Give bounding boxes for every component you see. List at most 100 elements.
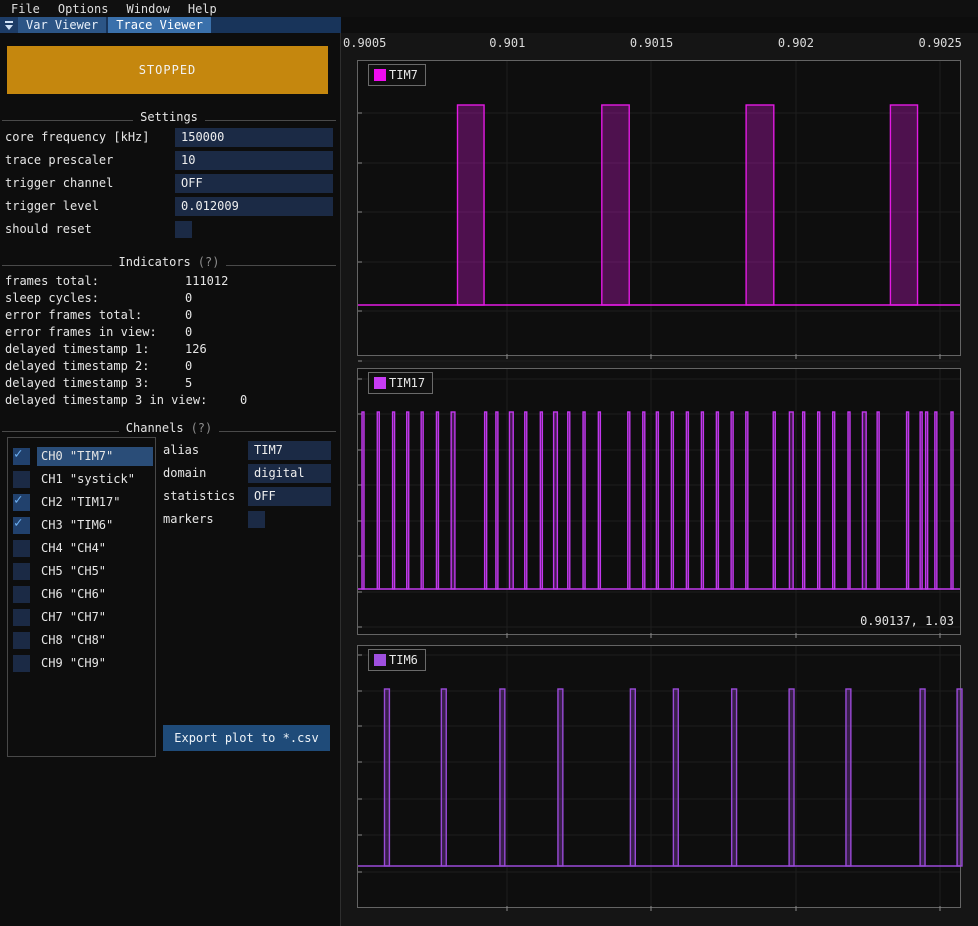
app-window: FileOptionsWindowHelp Var ViewerTrace Vi… — [0, 0, 978, 926]
channel-row-ch5[interactable]: CH5 "CH5" — [8, 560, 155, 583]
channel-row-ch9[interactable]: CH9 "CH9" — [8, 652, 155, 675]
indicators-help-icon: (?) — [198, 255, 220, 269]
channel-domain-label: domain — [163, 466, 206, 480]
tab-trace-viewer[interactable]: Trace Viewer — [108, 17, 211, 33]
legend-tim17[interactable]: TIM17 — [368, 372, 433, 394]
menu-item-help[interactable]: Help — [179, 2, 226, 16]
indicator-label: delayed timestamp 2: — [5, 359, 150, 373]
channel-label[interactable]: CH4 "CH4" — [37, 539, 153, 558]
channel-properties: aliasTIM7 domain digital statistics OFF marke… — [163, 439, 333, 531]
channel-label[interactable]: CH1 "systick" — [37, 470, 153, 489]
channel-row-ch3[interactable]: ✓ CH3 "TIM6" — [8, 514, 155, 537]
control-panel: STOPPED Settings core frequency [kHz]150… — [0, 33, 341, 926]
plot-tim6[interactable]: TIM6 — [357, 645, 961, 908]
channel-label[interactable]: CH8 "CH8" — [37, 631, 153, 650]
menu-item-window[interactable]: Window — [117, 2, 178, 16]
legend-label: TIM6 — [389, 653, 418, 667]
setting-core-frequency-khz: core frequency [kHz]150000 — [0, 126, 341, 149]
indicator-sleep-cycles: sleep cycles:0 — [0, 291, 341, 308]
setting-trigger-channel-label: trigger channel — [5, 176, 113, 190]
channel-label[interactable]: CH6 "CH6" — [37, 585, 153, 604]
waveform-canvas-tim17 — [358, 369, 960, 634]
setting-should-reset-checkbox[interactable] — [175, 221, 192, 238]
channel-row-ch4[interactable]: CH4 "CH4" — [8, 537, 155, 560]
channel-statistics-combo[interactable]: OFF — [248, 487, 331, 506]
indicator-delayed-timestamp-3-in-view: delayed timestamp 3 in view:0 — [0, 393, 341, 410]
check-icon: ✓ — [14, 492, 22, 508]
legend-label: TIM7 — [389, 68, 418, 82]
tab-var-viewer[interactable]: Var Viewer — [18, 17, 106, 33]
channel-label[interactable]: CH2 "TIM17" — [37, 493, 153, 512]
plot-tim7[interactable]: TIM7 — [357, 60, 961, 356]
indicator-label: error frames total: — [5, 308, 142, 322]
menu-item-options[interactable]: Options — [49, 2, 118, 16]
plot-tim17[interactable]: TIM17 0.90137, 1.03 — [357, 368, 961, 635]
axis-tick-label: 0.902 — [778, 36, 814, 50]
waveform-canvas-tim7 — [358, 61, 960, 355]
indicator-value: 5 — [185, 376, 192, 390]
acquisition-state-button[interactable]: STOPPED — [7, 46, 328, 94]
channel-checkbox[interactable]: ✓ — [13, 517, 30, 534]
channel-row-ch1[interactable]: CH1 "systick" — [8, 468, 155, 491]
channel-markers-label: markers — [163, 512, 214, 526]
channel-checkbox[interactable]: ✓ — [13, 494, 30, 511]
indicator-label: delayed timestamp 3: — [5, 376, 150, 390]
channel-row-ch7[interactable]: CH7 "CH7" — [8, 606, 155, 629]
cursor-position-readout: 0.90137, 1.03 — [860, 614, 954, 628]
channel-label[interactable]: CH9 "CH9" — [37, 654, 153, 673]
channel-alias-input[interactable]: TIM7 — [248, 441, 331, 460]
channel-list: ✓ CH0 "TIM7" CH1 "systick" ✓ CH2 "TIM17" ✓ CH3… — [7, 437, 156, 757]
channel-alias: aliasTIM7 — [163, 439, 333, 462]
setting-core-frequency-khz-input[interactable]: 150000 — [175, 128, 333, 147]
indicator-label: sleep cycles: — [5, 291, 99, 305]
legend-swatch-icon — [374, 654, 386, 666]
channel-checkbox[interactable] — [13, 609, 30, 626]
setting-trace-prescaler: trace prescaler10 — [0, 149, 341, 172]
indicator-value: 0 — [240, 393, 247, 407]
channel-row-ch8[interactable]: CH8 "CH8" — [8, 629, 155, 652]
channel-label[interactable]: CH7 "CH7" — [37, 608, 153, 627]
channel-row-ch2[interactable]: ✓ CH2 "TIM17" — [8, 491, 155, 514]
setting-trigger-level-input[interactable]: 0.012009 — [175, 197, 333, 216]
indicator-value: 111012 — [185, 274, 228, 288]
setting-trigger-channel-combo[interactable]: OFF — [175, 174, 333, 193]
indicator-delayed-timestamp-1: delayed timestamp 1:126 — [0, 342, 341, 359]
legend-tim6[interactable]: TIM6 — [368, 649, 426, 671]
indicators-header: Indicators (?) — [2, 253, 336, 269]
channels-help-icon: (?) — [191, 421, 213, 435]
channel-markers: markers — [163, 508, 333, 531]
collapse-button[interactable] — [0, 17, 18, 33]
channel-domain-input[interactable]: digital — [248, 464, 331, 483]
indicator-error-frames-total: error frames total:0 — [0, 308, 341, 325]
indicator-value: 0 — [185, 359, 192, 373]
indicator-label: error frames in view: — [5, 325, 157, 339]
legend-tim7[interactable]: TIM7 — [368, 64, 426, 86]
channel-label[interactable]: CH3 "TIM6" — [37, 516, 153, 535]
indicator-label: delayed timestamp 1: — [5, 342, 150, 356]
channel-checkbox[interactable] — [13, 586, 30, 603]
channel-checkbox[interactable] — [13, 632, 30, 649]
setting-trigger-level: trigger level 0.012009 — [0, 195, 341, 218]
check-icon: ✓ — [14, 446, 22, 462]
setting-trace-prescaler-input[interactable]: 10 — [175, 151, 333, 170]
setting-trigger-level-label: trigger level — [5, 199, 99, 213]
settings-rows: core frequency [kHz]150000trace prescale… — [0, 126, 341, 241]
channel-label[interactable]: CH5 "CH5" — [37, 562, 153, 581]
waveform-canvas-tim6 — [358, 646, 960, 907]
channel-row-ch0[interactable]: ✓ CH0 "TIM7" — [8, 445, 155, 468]
channel-statistics-label: statistics — [163, 489, 235, 503]
channel-row-ch6[interactable]: CH6 "CH6" — [8, 583, 155, 606]
indicator-error-frames-in-view: error frames in view:0 — [0, 325, 341, 342]
settings-header-label: Settings — [140, 110, 198, 124]
channel-markers-checkbox[interactable] — [248, 511, 265, 528]
channel-checkbox[interactable]: ✓ — [13, 448, 30, 465]
menu-item-file[interactable]: File — [2, 2, 49, 16]
axis-tick-label: 0.901 — [489, 36, 525, 50]
channel-checkbox[interactable] — [13, 563, 30, 580]
channel-checkbox[interactable] — [13, 471, 30, 488]
channel-label[interactable]: CH0 "TIM7" — [37, 447, 153, 466]
channel-checkbox[interactable] — [13, 655, 30, 672]
export-csv-button[interactable]: Export plot to *.csv — [163, 725, 330, 751]
channel-checkbox[interactable] — [13, 540, 30, 557]
setting-trigger-channel: trigger channel OFF — [0, 172, 341, 195]
